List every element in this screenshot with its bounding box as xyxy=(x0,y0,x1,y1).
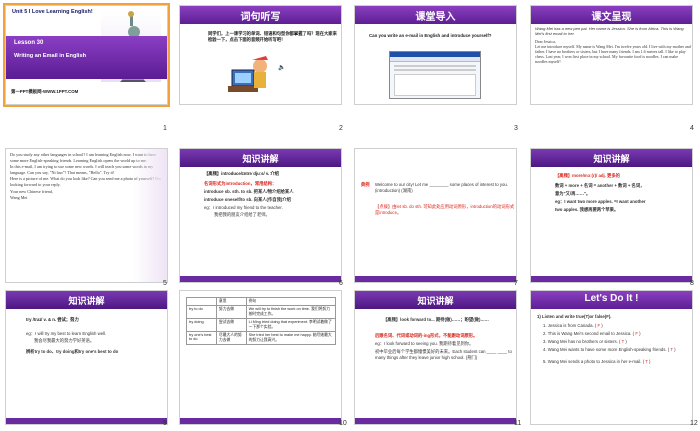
lesson-subtitle: Writing an Email in English xyxy=(14,53,87,59)
slide-number-4: 4 xyxy=(690,125,694,132)
student-at-computer-image xyxy=(218,54,273,100)
slide-title: 知识讲解 xyxy=(242,154,279,164)
site-label: 第一PPT模板网-WWW.1PPT.COM xyxy=(11,89,79,94)
slide-body: Can you write an e-mail in English and i… xyxy=(369,33,492,38)
slide-line-4: eg：I introduced my friend to the teacher… xyxy=(204,205,283,210)
slide-line-3: introduce oneself/to sb. 向某人(作自我)介绍 xyxy=(204,197,291,202)
slide-thumbnail-12[interactable]: Let's Do It ! 1) Listen and write true(T… xyxy=(530,290,693,425)
slide-number-10: 10 xyxy=(339,420,347,427)
slide-title: Let's Do It ! xyxy=(584,293,639,304)
slide-line-5: 我把我的朋友介绍给了老师。 xyxy=(214,212,270,217)
slide-line-3: eg：I want two more apples. =I want anoth… xyxy=(555,199,646,204)
slide-thumbnail-7[interactable]: 典例 Welcome to our city! Let me ________ … xyxy=(354,148,517,283)
slide-thumbnail-10[interactable]: 意思 例句 try to do 努力去做 We will try to finish … xyxy=(179,290,342,425)
slide-thumbnail-11[interactable]: 知识讲解 【高频】look forward to... 期待(做)……；盼望(做… xyxy=(354,290,517,425)
slide-body: Dear Jessica, Let me introduce myself. M… xyxy=(535,39,691,65)
slide-heading: try /traɪ/ v. & n. 尝试；努力 xyxy=(26,317,79,322)
slide-number-9: 9 xyxy=(163,420,167,427)
unit-title: Unit 5 I Love Learning English! xyxy=(12,9,93,15)
list-item: 5. Wang Mei sends a photo to Jessica in … xyxy=(543,359,651,364)
slide-kaodian: 辨析try to do、try doing和try one's best to … xyxy=(26,349,119,354)
slide-thumbnail-1[interactable]: Unit 5 I Love Learning English! Lesson 3… xyxy=(3,3,170,107)
lesson-label: Lesson 30 xyxy=(14,40,44,46)
slide-number-2: 2 xyxy=(339,125,343,132)
slide-line-2: eg：I look forward to seeing you. 我期待着见到你… xyxy=(375,341,474,346)
slide-line-1: 后跟名词、代词或动词的-ing形式，不能跟动词原形。 xyxy=(375,333,478,338)
slide-thumbnail-9[interactable]: 知识讲解 try /traɪ/ v. & n. 尝试；努力 eg：I will … xyxy=(5,290,168,425)
slide-thumbnail-4[interactable]: 课文呈现 Wang Mei has a new pen pal. Her nam… xyxy=(530,5,693,105)
slide-line-1: 名词形式为introduction，常用结构： xyxy=(204,181,277,186)
slide-title: 知识讲解 xyxy=(68,296,105,306)
slide-body: 同学们，上一课学习的单词、短语和句型你都掌握了吗？现在大家来检验一下，点击下面的… xyxy=(208,31,337,42)
slide-title: 知识讲解 xyxy=(417,296,454,306)
slide-title: 课堂导入 xyxy=(415,12,456,23)
slide-line-2: introduce sb. sth. to sb. 把某人/物介绍给某人 xyxy=(204,189,294,194)
slide-line-2: 意为"又/再……"。 xyxy=(555,191,591,196)
slide-heading: 【高频】introduce/ɪntrəˈdjuːs/ v. 介绍 xyxy=(204,171,279,176)
list-item: 2. This is Wang Mei's second email to Je… xyxy=(543,331,641,336)
slide-title: 知识讲解 xyxy=(593,154,630,164)
slide-thumbnail-8[interactable]: 知识讲解 【高频】more/mɔː(r)/ adj. 更多的 数词 + more… xyxy=(530,148,693,283)
slide-thumbnail-5[interactable]: Do you study any other languages in scho… xyxy=(5,148,168,283)
slide-intro: Wang Mei has a new pen pal. Her name is … xyxy=(535,26,684,36)
slide-title: 课文呈现 xyxy=(591,12,632,23)
table-row: try doing 尝试去做 Li Ming tried doing that ex… xyxy=(186,318,337,332)
slide-number-7: 7 xyxy=(514,280,518,287)
example-label: 典例 xyxy=(361,182,370,187)
slide-thumbnail-2[interactable]: 词句听写 同学们，上一课学习的单词、短语和句型你都掌握了吗？现在大家来检验一下，… xyxy=(179,5,342,105)
slide-thumbnail-3[interactable]: 课堂导入 Can you write an e-mail in English … xyxy=(354,5,517,105)
email-window-screenshot xyxy=(389,51,481,99)
list-item: 3. Wang Mei has no brothers or sisters. … xyxy=(543,339,627,344)
slide-number-1: 1 xyxy=(163,125,167,132)
slide-number-11: 11 xyxy=(514,420,522,427)
comparison-table: 意思 例句 try to do 努力去做 We will try to finish … xyxy=(186,297,337,345)
slide-title: 词句听写 xyxy=(240,12,281,23)
slide-heading: 【高频】more/mɔː(r)/ adj. 更多的 xyxy=(555,173,620,178)
list-item: 1. Jessica is from Canada. ( F ) xyxy=(543,323,603,328)
slide-heading: 【高频】look forward to... 期待(做)……；盼望(做)…… xyxy=(383,317,489,322)
slide-line-1: 数词 + more + 名词 = another + 数词 + 名词， xyxy=(555,183,645,188)
slide-sorter-grid: Unit 5 I Love Learning English! Lesson 3… xyxy=(0,0,700,431)
slide-number-8: 8 xyxy=(690,280,694,287)
list-item: 4. Wang Mei wants to have some more Engl… xyxy=(543,347,676,352)
slide-note: 【点拨】由let sb. do sth. 可知此处应用动词原形，introduc… xyxy=(375,204,515,215)
speaker-icon[interactable]: 🔈 xyxy=(278,64,285,71)
table-row: try to do 努力去做 We will try to finish the w… xyxy=(186,305,337,319)
table-row: try one's best to do 尽最大人的努力去做 She tried h… xyxy=(186,331,337,345)
slide-number-12: 12 xyxy=(690,420,698,427)
slide-number-6: 6 xyxy=(339,280,343,287)
task-label: 1) Listen and write true(T)or false(F). xyxy=(537,314,612,319)
slide-example: 初中毕业后每个学生都憧憬美好的未来。Each student can ____ … xyxy=(375,349,512,360)
slide-line-2: 我会尽我最大的努力学好英语。 xyxy=(34,338,95,343)
slide-number-3: 3 xyxy=(514,125,518,132)
slide-line-1: eg：I will try my best to learn English w… xyxy=(26,331,107,336)
slide-body: Welcome to our city! Let me ________ som… xyxy=(375,182,508,193)
table-row: 意思 例句 xyxy=(186,297,337,306)
slide-line-4: two apples. 我想再要两个苹果。 xyxy=(555,207,619,212)
slide-number-5: 5 xyxy=(163,280,167,287)
slide-thumbnail-6[interactable]: 知识讲解 【高频】introduce/ɪntrəˈdjuːs/ v. 介绍 名词… xyxy=(179,148,342,283)
